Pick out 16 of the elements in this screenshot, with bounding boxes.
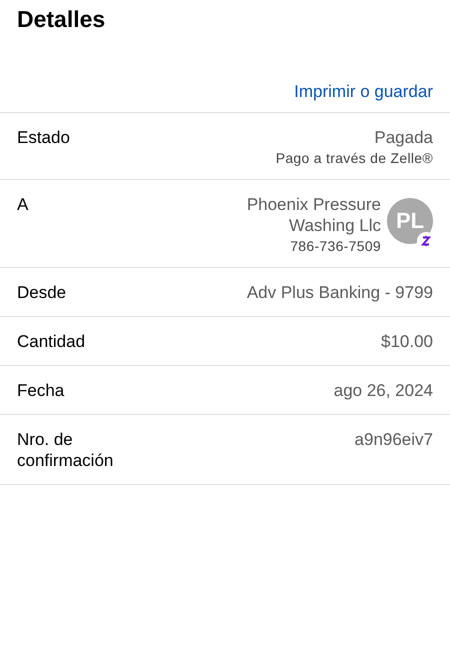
row-value: a9n96eiv7 bbox=[354, 429, 433, 451]
print-link[interactable]: Imprimir o guardar bbox=[294, 82, 433, 102]
row-label: A bbox=[17, 194, 28, 216]
row-label: Desde bbox=[17, 282, 66, 303]
status-value: Pagada bbox=[374, 127, 433, 148]
page-title: Detalles bbox=[16, 5, 106, 34]
recipient-name: Phoenix Pressure Washing Llc bbox=[246, 194, 381, 236]
row-value: ago 26, 2024 bbox=[334, 380, 433, 401]
row-label: Nro. de confirmación bbox=[17, 429, 114, 471]
row-label: Cantidad bbox=[17, 331, 86, 352]
phone-number: 786-736-7509 bbox=[290, 238, 381, 254]
row-label: Estado bbox=[17, 127, 70, 149]
payment-note: Pago a través de Zelle® bbox=[276, 150, 433, 166]
row-value: Adv Plus Banking - 9799 bbox=[246, 282, 433, 303]
row-label: Fecha bbox=[17, 380, 64, 401]
row-value: $10.00 bbox=[381, 331, 433, 352]
